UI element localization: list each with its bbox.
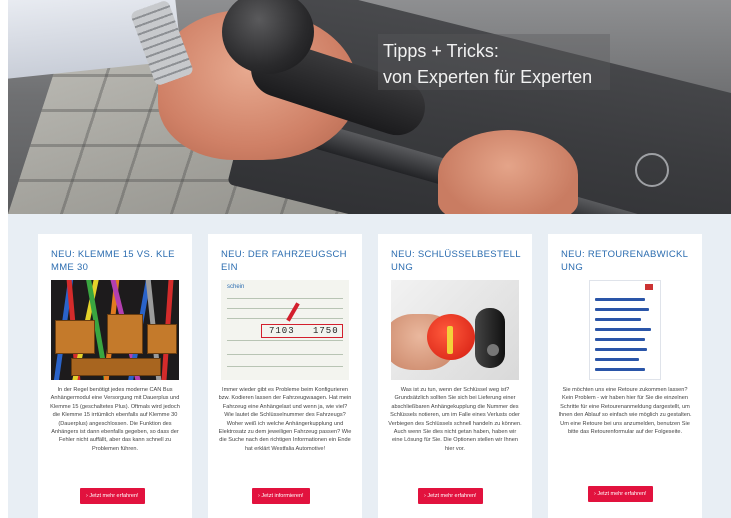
hero-title: Tipps + Tricks: von Experten für Experte…	[383, 38, 592, 90]
wiring-image[interactable]	[51, 280, 179, 380]
card-text: Sie möchten uns eine Retoure zukommen la…	[558, 387, 692, 436]
info-button[interactable]: › Jetzt informieren!	[252, 488, 310, 504]
card-text: Was ist zu tun, wenn der Schlüssel weg i…	[388, 387, 522, 452]
card-title[interactable]: NEU: KLEMME 15 VS. KLEMME 30	[51, 248, 181, 274]
document-header: schein	[227, 284, 245, 290]
hero-banner: Tipps + Tricks: von Experten für Experte…	[8, 0, 731, 214]
read-more-button[interactable]: › Jetzt mehr erfahren!	[418, 488, 483, 504]
read-more-button[interactable]: › Jetzt mehr erfahren!	[588, 486, 653, 502]
vehicle-document-image[interactable]: schein 7103 1750	[221, 280, 349, 380]
card-text: Immer wieder gibt es Probleme beim Konfi…	[218, 387, 352, 452]
key-image[interactable]	[391, 280, 519, 380]
hero-socket-ring	[635, 153, 669, 187]
card-title[interactable]: NEU: DER FAHRZEUGSCHEIN	[221, 248, 351, 274]
card-retourenabwicklung: NEU: RETOURENABWICKLUNG Sie möchten uns …	[548, 234, 702, 518]
card-title[interactable]: NEU: RETOURENABWICKLUNG	[561, 248, 691, 274]
card-fahrzeugschein: NEU: DER FAHRZEUGSCHEIN schein 7103 1750…	[208, 234, 362, 518]
card-schluesselbestellung: NEU: SCHLÜSSELBESTELLUNG Was ist zu tun,…	[378, 234, 532, 518]
card-title[interactable]: NEU: SCHLÜSSELBESTELLUNG	[391, 248, 521, 274]
card-klemme: NEU: KLEMME 15 VS. KLEMME 30 In der Rege…	[38, 234, 192, 518]
hero-title-line-2: von Experten für Experten	[383, 67, 593, 87]
document-number-right: 1750	[313, 326, 339, 336]
returns-form-image[interactable]	[561, 280, 689, 380]
card-text: In der Regel benötigt jedes moderne CAN …	[50, 387, 180, 452]
hero-title-line-1: Tipps + Tricks:	[383, 41, 499, 61]
read-more-button[interactable]: › Jetzt mehr erfahren!	[80, 488, 145, 504]
hero-second-hand-image	[438, 130, 578, 214]
document-number-left: 7103	[269, 326, 295, 336]
